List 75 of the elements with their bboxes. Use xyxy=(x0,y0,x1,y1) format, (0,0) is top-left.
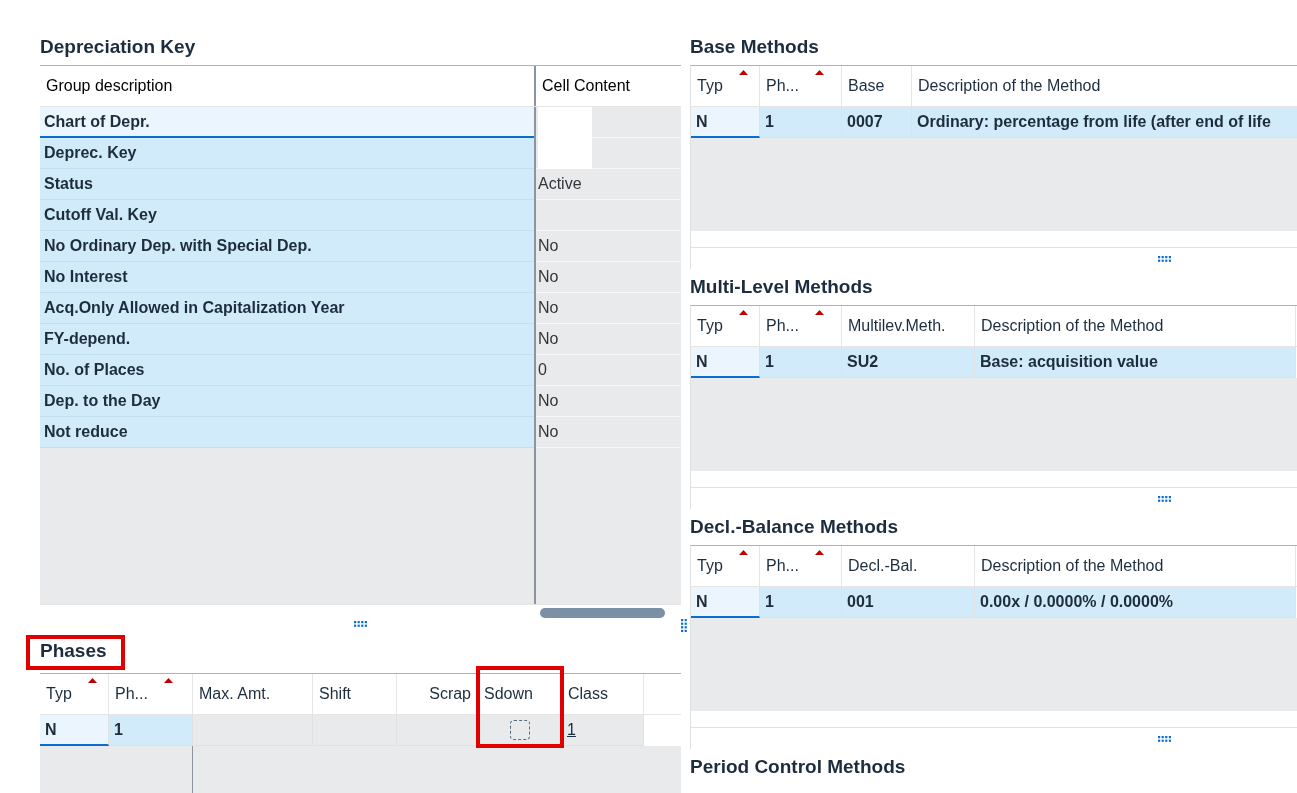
cell-value: 0007 xyxy=(847,112,883,132)
table-cell[interactable]: 001 xyxy=(842,587,975,618)
table-cell[interactable]: 1 xyxy=(760,107,842,138)
cell-value: Ordinary: percentage from life (after end of life xyxy=(917,112,1271,132)
splitter-grip-icon[interactable] xyxy=(1157,735,1172,742)
input-field[interactable] xyxy=(538,106,592,138)
cell-value: 1 xyxy=(765,592,774,612)
sort-ascending-icon xyxy=(163,678,173,683)
table-cell: No xyxy=(536,262,681,293)
cell-value: N xyxy=(696,351,708,372)
sort-ascending-icon xyxy=(814,70,824,75)
table-cell[interactable]: N xyxy=(691,587,760,618)
table-cell[interactable]: Deprec. Key xyxy=(40,138,534,169)
section-title: Phases xyxy=(40,638,107,663)
table-cell[interactable]: N xyxy=(691,347,760,378)
section-title: Period Control Methods xyxy=(690,754,907,779)
table-cell[interactable] xyxy=(397,715,478,746)
table-cell[interactable]: SU2 xyxy=(842,347,975,378)
table-cell[interactable] xyxy=(313,715,397,746)
table-cell[interactable]: 0.00x / 0.0000% / 0.0000% xyxy=(975,587,1296,618)
sort-ascending-icon xyxy=(87,678,97,683)
table-cell[interactable] xyxy=(193,715,313,746)
table-cell[interactable]: 1 xyxy=(760,587,842,618)
checkbox[interactable] xyxy=(509,720,530,740)
cell-value: N xyxy=(45,719,57,740)
table-cell[interactable]: Status xyxy=(40,169,534,200)
section-title: Base Methods xyxy=(690,34,820,59)
table-cell[interactable]: N xyxy=(691,107,760,138)
table-cell[interactable]: FY-depend. xyxy=(40,324,534,355)
table-cell: No xyxy=(536,417,681,448)
table-cell[interactable]: 1 xyxy=(562,715,644,746)
class-link[interactable]: 1 xyxy=(567,718,576,742)
cell-value: 1 xyxy=(114,720,123,740)
table-cell[interactable]: 1 xyxy=(760,347,842,378)
sort-ascending-icon xyxy=(814,550,824,555)
table-cell: No xyxy=(536,231,681,262)
cell-value: 0.00x / 0.0000% / 0.0000% xyxy=(980,592,1174,612)
table-cell[interactable]: Acq.Only Allowed in Capitalization Year xyxy=(40,293,534,324)
table-cell[interactable]: 1 xyxy=(109,715,193,746)
splitter-grip-icon[interactable] xyxy=(1157,255,1172,262)
table-cell: No xyxy=(536,324,681,355)
table-cell[interactable]: No. of Places xyxy=(40,355,534,386)
cell-value: SU2 xyxy=(847,352,879,372)
cell-value: 001 xyxy=(847,592,874,612)
table-cell: 0 xyxy=(536,355,681,386)
splitter-grip-icon[interactable] xyxy=(1157,495,1172,502)
cell-value: Base: acquisition value xyxy=(980,352,1158,372)
splitter-grip-icon[interactable] xyxy=(681,619,687,633)
sort-ascending-icon xyxy=(738,550,748,555)
table-cell[interactable]: No Ordinary Dep. with Special Dep. xyxy=(40,231,534,262)
splitter-grip-icon[interactable] xyxy=(353,621,368,627)
sort-ascending-icon xyxy=(738,70,748,75)
table-cell[interactable]: Chart of Depr. xyxy=(40,107,534,138)
table-cell[interactable]: 0007 xyxy=(842,107,912,138)
column-header[interactable]: Cell Content xyxy=(536,66,681,106)
table-cell[interactable]: N xyxy=(40,715,109,746)
table-cell[interactable]: Dep. to the Day xyxy=(40,386,534,417)
table-cell[interactable]: Not reduce xyxy=(40,417,534,448)
table-cell: Active xyxy=(536,169,681,200)
table-cell: No xyxy=(536,293,681,324)
cell-value: N xyxy=(696,111,708,132)
section-title: Depreciation Key xyxy=(40,34,197,59)
section-title: Decl.-Balance Methods xyxy=(690,514,899,539)
scrollbar-thumb[interactable] xyxy=(540,608,665,618)
table-cell[interactable]: Cutoff Val. Key xyxy=(40,200,534,231)
sort-ascending-icon xyxy=(738,310,748,315)
table-cell[interactable]: No Interest xyxy=(40,262,534,293)
section-title: Multi-Level Methods xyxy=(690,274,874,299)
cell-value: 1 xyxy=(765,112,774,132)
table-cell: No xyxy=(536,386,681,417)
sort-ascending-icon xyxy=(814,310,824,315)
table-cell[interactable]: Base: acquisition value xyxy=(975,347,1296,378)
table-cell[interactable]: Ordinary: percentage from life (after end of life xyxy=(912,107,1297,138)
cell-value: 1 xyxy=(765,352,774,372)
cell-value: N xyxy=(696,591,708,612)
